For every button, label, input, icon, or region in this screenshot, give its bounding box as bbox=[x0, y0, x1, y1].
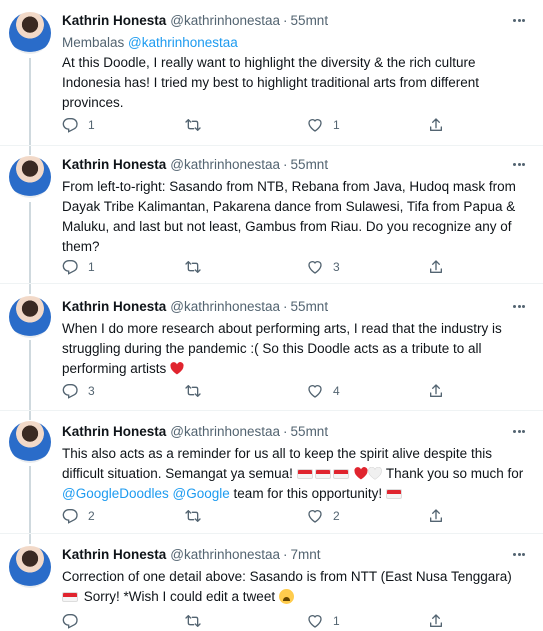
retweet-icon bbox=[185, 615, 201, 627]
share-button[interactable] bbox=[428, 256, 444, 278]
replying-to: Membalas @kathrinhonestaa bbox=[62, 35, 238, 50]
like-count: 3 bbox=[333, 260, 340, 274]
like-icon bbox=[308, 385, 322, 398]
red-heart-emoji bbox=[170, 362, 184, 375]
author-handle[interactable]: @kathrinhonestaa bbox=[170, 547, 280, 562]
tweet-text: When I do more research about performing… bbox=[62, 321, 502, 376]
like-count: 1 bbox=[333, 614, 340, 628]
reply-count: 2 bbox=[88, 509, 95, 523]
share-button[interactable] bbox=[428, 505, 444, 527]
reply-button[interactable]: 1 bbox=[62, 256, 95, 278]
share-button[interactable] bbox=[428, 610, 444, 631]
reply-button[interactable]: 3 bbox=[62, 380, 95, 402]
tweet[interactable]: Kathrin Honesta @kathrinhonestaa · 55mnt… bbox=[0, 411, 543, 533]
reply-button[interactable]: 1 bbox=[62, 114, 95, 136]
tweet-time[interactable]: 55mnt bbox=[291, 424, 329, 439]
share-icon bbox=[430, 614, 442, 627]
author-handle[interactable]: @kathrinhonestaa bbox=[170, 299, 280, 314]
like-button[interactable]: 3 bbox=[307, 256, 340, 278]
avatar[interactable] bbox=[9, 546, 51, 588]
tweet-time[interactable]: 55mnt bbox=[291, 13, 329, 28]
indonesia-flag-emoji bbox=[385, 489, 402, 499]
reply-icon bbox=[62, 509, 78, 524]
avatar[interactable] bbox=[9, 421, 51, 463]
retweet-icon bbox=[185, 261, 201, 273]
like-button[interactable]: 2 bbox=[307, 505, 340, 527]
author-name[interactable]: Kathrin Honesta bbox=[62, 157, 166, 172]
like-icon bbox=[308, 510, 322, 523]
author-handle[interactable]: @kathrinhonestaa bbox=[170, 424, 280, 439]
share-icon bbox=[430, 509, 442, 522]
author-name[interactable]: Kathrin Honesta bbox=[62, 424, 166, 439]
tweet-time[interactable]: 7mnt bbox=[291, 547, 321, 562]
share-button[interactable] bbox=[428, 114, 444, 136]
share-icon bbox=[430, 260, 442, 273]
indonesia-flag-emoji bbox=[296, 469, 313, 479]
reply-count: 1 bbox=[88, 118, 95, 132]
crying-face-emoji bbox=[278, 589, 294, 604]
avatar[interactable] bbox=[9, 296, 51, 338]
author-name[interactable]: Kathrin Honesta bbox=[62, 13, 166, 28]
tweet[interactable]: Kathrin Honesta @kathrinhonestaa · 7mnt … bbox=[0, 534, 543, 631]
reply-icon bbox=[62, 384, 78, 399]
more-icon[interactable] bbox=[513, 12, 529, 28]
like-icon bbox=[308, 119, 322, 132]
author-handle[interactable]: @kathrinhonestaa bbox=[170, 157, 280, 172]
tweet[interactable]: Kathrin Honesta @kathrinhonestaa · 55mnt… bbox=[0, 146, 543, 283]
like-button[interactable]: 4 bbox=[307, 380, 340, 402]
like-icon bbox=[308, 261, 322, 274]
like-count: 4 bbox=[333, 384, 340, 398]
avatar[interactable] bbox=[9, 156, 51, 198]
retweet-icon bbox=[185, 510, 201, 522]
tweet[interactable]: Kathrin Honesta @kathrinhonestaa · 55mnt… bbox=[0, 0, 543, 145]
tweet-text: Correction of one detail above: Sasando … bbox=[62, 569, 512, 604]
author-name[interactable]: Kathrin Honesta bbox=[62, 547, 166, 562]
mention-link-googledoodles[interactable]: @GoogleDoodles bbox=[62, 486, 169, 501]
retweet-button[interactable] bbox=[185, 256, 201, 278]
tweet-text: At this Doodle, I really want to highlig… bbox=[62, 55, 479, 110]
indonesia-flag-emoji bbox=[314, 469, 331, 479]
like-count: 2 bbox=[333, 509, 340, 523]
like-button[interactable]: 1 bbox=[307, 610, 340, 631]
reply-mention-link[interactable]: @kathrinhonestaa bbox=[128, 35, 238, 50]
share-button[interactable] bbox=[428, 380, 444, 402]
tweet-time[interactable]: 55mnt bbox=[291, 299, 329, 314]
more-icon[interactable] bbox=[513, 423, 529, 439]
retweet-button[interactable] bbox=[185, 505, 201, 527]
reply-button[interactable] bbox=[62, 610, 88, 631]
reply-count: 1 bbox=[88, 260, 95, 274]
author-name[interactable]: Kathrin Honesta bbox=[62, 299, 166, 314]
reply-icon bbox=[62, 260, 78, 275]
like-button[interactable]: 1 bbox=[307, 114, 340, 136]
tweet-text: This also acts as a reminder for us all … bbox=[62, 446, 524, 501]
share-icon bbox=[430, 118, 442, 131]
white-heart-emoji bbox=[368, 467, 383, 480]
retweet-button[interactable] bbox=[185, 114, 201, 136]
retweet-button[interactable] bbox=[185, 380, 201, 402]
reply-icon bbox=[62, 118, 78, 133]
reply-count: 3 bbox=[88, 384, 95, 398]
retweet-icon bbox=[185, 119, 201, 131]
more-icon[interactable] bbox=[513, 156, 529, 172]
retweet-icon bbox=[185, 385, 201, 397]
like-icon bbox=[308, 615, 322, 628]
tweet-time[interactable]: 55mnt bbox=[291, 157, 329, 172]
reply-button[interactable]: 2 bbox=[62, 505, 95, 527]
mention-link-google[interactable]: @Google bbox=[173, 486, 230, 501]
share-icon bbox=[430, 384, 442, 397]
tweet-text: From left-to-right: Sasando from NTB, Re… bbox=[62, 179, 516, 254]
like-count: 1 bbox=[333, 118, 340, 132]
more-icon[interactable] bbox=[513, 546, 529, 562]
indonesia-flag-emoji bbox=[332, 469, 349, 479]
avatar[interactable] bbox=[9, 12, 51, 54]
red-heart-emoji bbox=[354, 467, 368, 480]
indonesia-flag-emoji bbox=[62, 592, 78, 602]
author-handle[interactable]: @kathrinhonestaa bbox=[170, 13, 280, 28]
retweet-button[interactable] bbox=[185, 610, 201, 631]
tweet[interactable]: Kathrin Honesta @kathrinhonestaa · 55mnt… bbox=[0, 284, 543, 410]
more-icon[interactable] bbox=[513, 298, 529, 314]
reply-icon bbox=[62, 614, 78, 629]
